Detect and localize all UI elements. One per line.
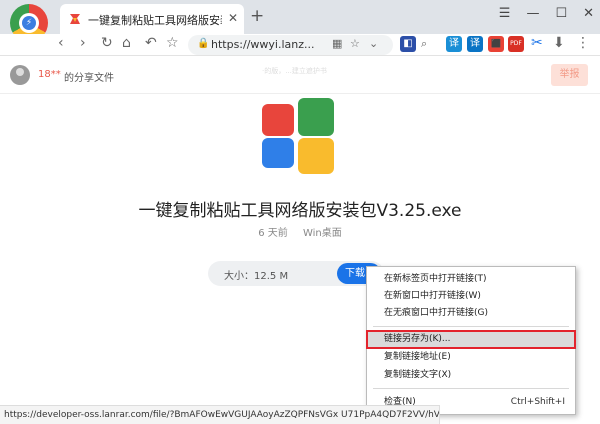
address-bar[interactable]: 🔒 https://wwyi.lanz... ▦ ☆ ⌄	[188, 35, 393, 55]
menu-item-open-incognito[interactable]: 在无痕窗口中打开链接(G)	[367, 305, 575, 322]
menu-divider	[373, 388, 569, 389]
download-icon[interactable]: ⬇	[553, 35, 565, 51]
favorite-icon[interactable]: ☆	[350, 37, 360, 50]
lanzou-favicon-icon	[70, 14, 80, 24]
report-button[interactable]: 举报	[551, 64, 588, 86]
menu-divider	[373, 326, 569, 327]
tab-bar: ⚡ 登录 一键复制粘贴工具网络版安装包 ✕ + ☰ — ☐ ✕	[0, 0, 600, 53]
forward-button[interactable]: ›	[80, 35, 86, 51]
logo-tile	[298, 138, 334, 174]
back-button[interactable]: ‹	[58, 35, 64, 51]
translate-icon[interactable]: 译	[446, 36, 462, 52]
refresh-button[interactable]: ↻	[101, 35, 113, 51]
extension-icon[interactable]: ◧	[400, 36, 416, 52]
note-icon[interactable]: ⬛	[488, 36, 504, 52]
minimize-button[interactable]: —	[526, 6, 539, 21]
lock-icon: 🔒	[197, 38, 210, 49]
menu-item-open-new-tab[interactable]: 在新标签页中打开链接(T)	[367, 271, 575, 288]
browser-tab[interactable]: 一键复制粘贴工具网络版安装包 ✕	[60, 4, 244, 34]
logo-tile	[262, 104, 294, 136]
tab-close-icon[interactable]: ✕	[228, 11, 238, 25]
windows-logo-icon	[262, 98, 334, 174]
undo-button[interactable]: ↶	[145, 35, 157, 51]
window-controls: ☰ — ☐ ✕	[499, 6, 594, 21]
upload-time: 6 天前	[258, 228, 288, 239]
file-meta: 6 天前 Win桌面	[0, 224, 600, 239]
menu-item-save-link-as[interactable]: 链接另存为(K)...	[366, 330, 576, 349]
menu-shortcut: Ctrl+Shift+I	[510, 397, 565, 407]
context-menu: 在新标签页中打开链接(T) 在新窗口中打开链接(W) 在无痕窗口中打开链接(G)…	[366, 266, 576, 415]
avatar	[10, 65, 30, 85]
file-size: 大小：12.5 M	[224, 271, 289, 282]
browser-toolbar: ‹ › ↻ ⌂ ↶ ☆ 🔒 https://wwyi.lanz... ▦ ☆ ⌄…	[0, 34, 600, 56]
pdf-icon[interactable]: PDF	[508, 36, 524, 52]
share-user[interactable]: 18**	[38, 69, 61, 80]
maximize-button[interactable]: ☐	[555, 6, 567, 21]
bookmark-star-button[interactable]: ☆	[166, 35, 179, 51]
dropdown-icon[interactable]: ⌄	[369, 37, 378, 50]
new-tab-button[interactable]: +	[250, 6, 264, 26]
menu-item-copy-link-address[interactable]: 复制链接地址(E)	[367, 349, 575, 366]
close-window-button[interactable]: ✕	[583, 6, 594, 21]
menu-icon[interactable]: ☰	[499, 6, 511, 21]
logo-tile	[298, 98, 334, 136]
search-icon[interactable]: ⌕	[421, 37, 427, 51]
home-icon[interactable]: ⌂	[122, 35, 131, 51]
tab-title: 一键复制粘贴工具网络版安装包	[88, 14, 222, 27]
translate-2-icon[interactable]: 译	[467, 36, 483, 52]
lightning-icon: ⚡	[22, 16, 36, 30]
menu-item-open-new-window[interactable]: 在新窗口中打开链接(W)	[367, 288, 575, 305]
faint-text: ·的版，...建立遮护书	[262, 67, 327, 75]
download-bar: 大小：12.5 M 下载	[208, 261, 384, 286]
address-url[interactable]: https://wwyi.lanz...	[211, 38, 315, 51]
more-menu-icon[interactable]: ⋮	[576, 35, 590, 51]
cut-icon[interactable]: ✂	[531, 35, 543, 51]
qr-grid-icon[interactable]: ▦	[332, 37, 342, 50]
file-name: 一键复制粘贴工具网络版安装包V3.25.exe	[138, 201, 462, 221]
share-text: 的分享文件	[64, 73, 114, 84]
logo-tile	[262, 138, 294, 168]
status-bar-url: https://developer-oss.lanrar.com/file/?B…	[0, 405, 440, 424]
file-category[interactable]: Win桌面	[303, 228, 342, 239]
page-header: 18** 的分享文件 ·的版，...建立遮护书 举报	[0, 56, 600, 94]
menu-item-copy-link-text[interactable]: 复制链接文字(X)	[367, 367, 575, 384]
